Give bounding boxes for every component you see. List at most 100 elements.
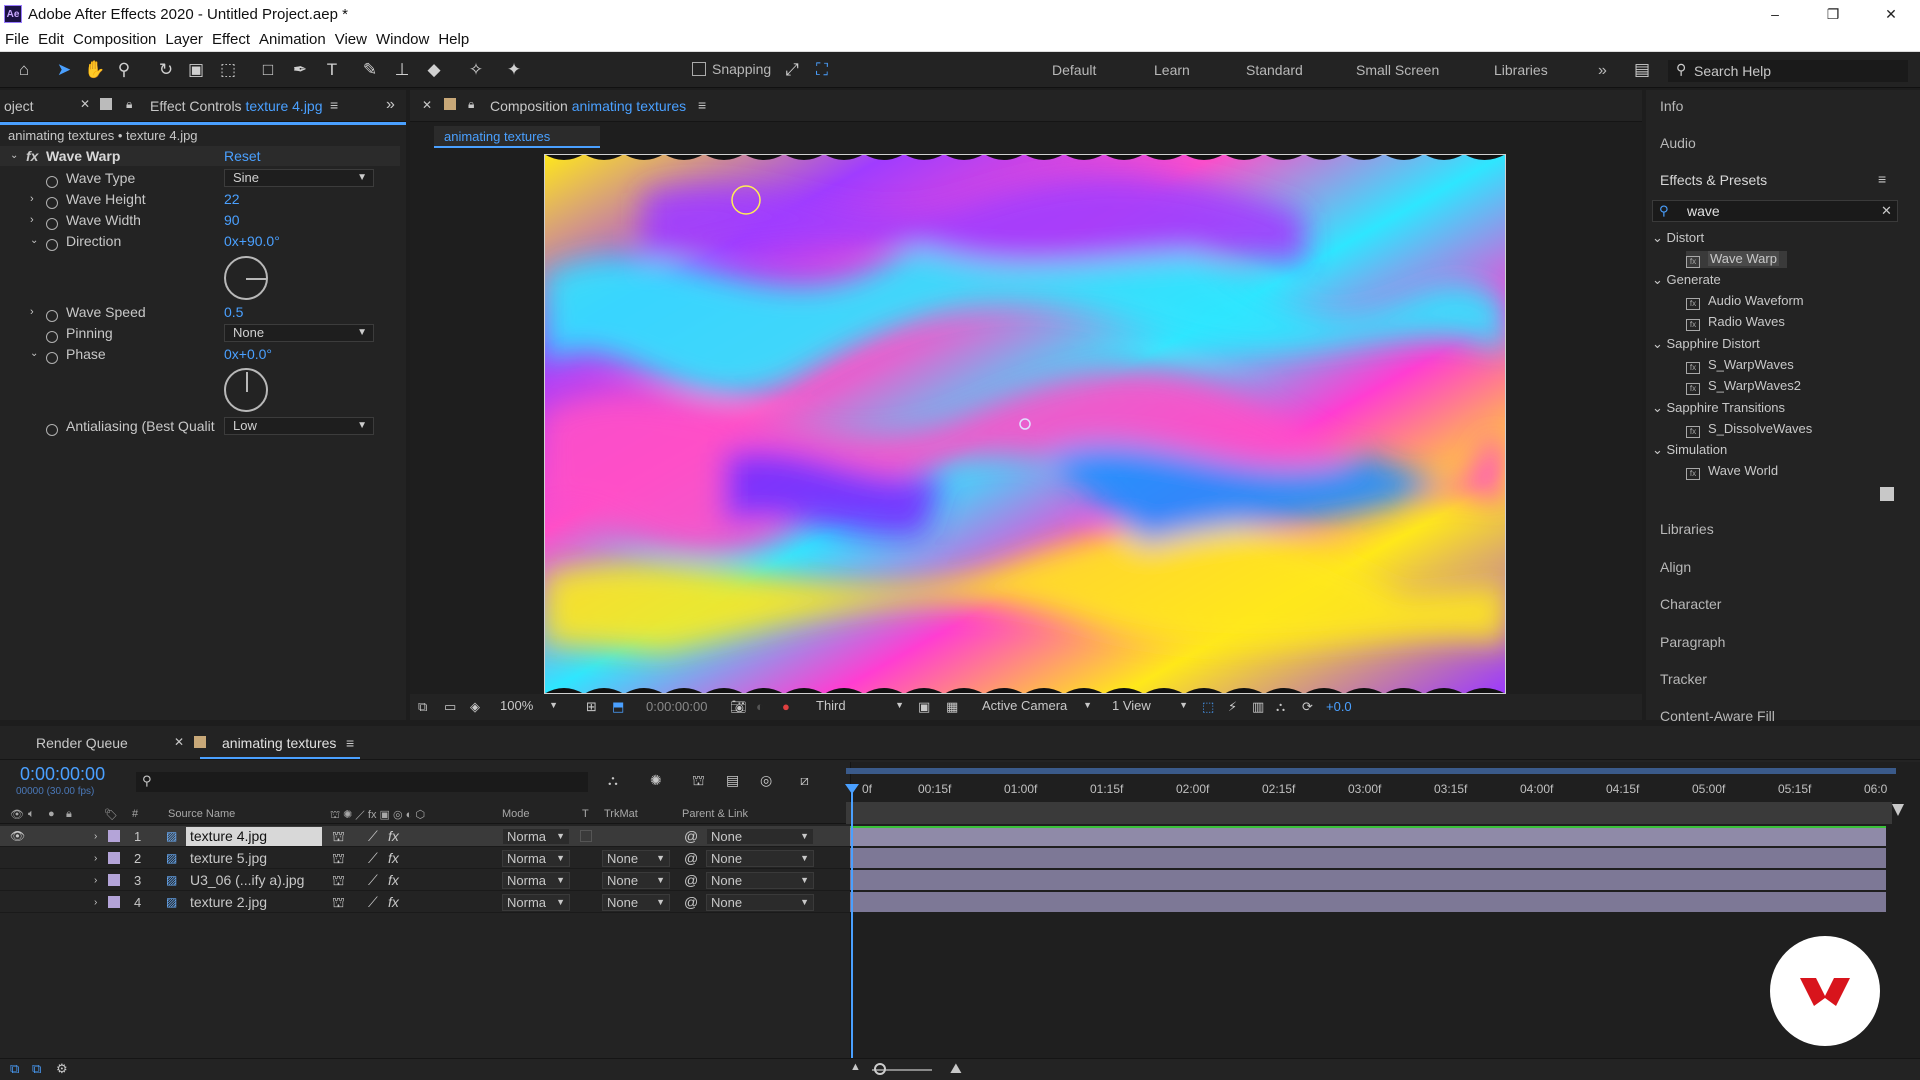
- label-swatch[interactable]: [108, 852, 120, 864]
- fast-previews-icon[interactable]: ⚡︎: [1228, 699, 1237, 715]
- workspace-overflow-icon[interactable]: »: [1598, 62, 1607, 80]
- expand-icon[interactable]: ›: [30, 189, 34, 209]
- search-help-input[interactable]: Search Help: [1668, 60, 1908, 82]
- show-snapshot-icon[interactable]: ◐: [756, 699, 764, 714]
- shy-layers-icon[interactable]: ⛫: [692, 772, 705, 791]
- zoom-in-icon[interactable]: ⛰︎: [950, 1060, 962, 1077]
- render-queue-tab[interactable]: Render Queue: [36, 735, 128, 751]
- rectangle-tool-icon[interactable]: □: [258, 60, 278, 80]
- composition-tab[interactable]: Composition animating textures: [490, 98, 686, 114]
- effect-collapse-icon[interactable]: ⌄: [10, 146, 18, 166]
- menu-composition[interactable]: Composition: [69, 31, 160, 48]
- expand-icon[interactable]: ›: [94, 848, 97, 869]
- parent-dropdown[interactable]: None ▼: [706, 894, 814, 911]
- camera-tool-icon[interactable]: ▣: [186, 60, 206, 80]
- rotate-tool-icon[interactable]: ↻: [156, 60, 176, 80]
- parent-dropdown[interactable]: None ▼: [706, 828, 814, 845]
- lock-icon[interactable]: 🔒︎: [126, 97, 132, 112]
- tracker-panel-tab[interactable]: Tracker: [1660, 671, 1707, 687]
- exposure-value[interactable]: +0.0: [1326, 699, 1352, 714]
- monitor-icon[interactable]: ▭: [444, 699, 456, 715]
- trkmat-dropdown[interactable]: None ▼: [602, 872, 670, 889]
- video-switch-icon[interactable]: 👁︎: [10, 808, 24, 821]
- direction-value[interactable]: 0x+90.0°: [224, 231, 280, 251]
- type-tool-icon[interactable]: T: [322, 60, 342, 80]
- brush-tool-icon[interactable]: ✎: [360, 60, 380, 80]
- layer-bar-4[interactable]: [850, 892, 1886, 912]
- pan-behind-tool-icon[interactable]: ⬚: [218, 60, 238, 80]
- expand-icon[interactable]: ›: [30, 210, 34, 230]
- comp-end-marker-icon[interactable]: [1892, 804, 1904, 816]
- camera-dropdown[interactable]: Active Camera ▼: [978, 698, 1096, 715]
- panel-menu-icon[interactable]: ≡: [1878, 171, 1886, 187]
- solo-switch-icon[interactable]: ●: [48, 808, 55, 820]
- menu-file[interactable]: File: [1, 31, 33, 48]
- clear-search-icon[interactable]: ✕: [1881, 203, 1892, 219]
- wave-width-value[interactable]: 90: [224, 210, 240, 230]
- effects-search-input[interactable]: ⚲ wave ✕: [1652, 200, 1898, 222]
- expand-icon[interactable]: ›: [30, 302, 34, 322]
- timeline-timecode[interactable]: 0:00:00:00: [20, 764, 105, 785]
- table-row[interactable]: › 3 ▨ U3_06 (...ify a).jpg ⛫ ⟋ fx Norma ▼…: [0, 870, 850, 891]
- zoom-out-icon[interactable]: ▲: [850, 1061, 861, 1073]
- paragraph-panel-tab[interactable]: Paragraph: [1660, 634, 1725, 650]
- panel-menu-icon[interactable]: ≡: [330, 97, 338, 113]
- timeline-zoom-thumb[interactable]: [874, 1063, 886, 1075]
- viewer-timecode[interactable]: 0:00:00:00: [646, 699, 707, 714]
- layer-name[interactable]: U3_06 (...ify a).jpg: [190, 870, 304, 891]
- group-simulation[interactable]: ⌄ Simulation: [1652, 442, 1727, 458]
- panel-overflow-icon[interactable]: »: [386, 96, 395, 114]
- quality-switch-icon[interactable]: ⟋: [368, 848, 378, 869]
- home-icon[interactable]: ⌂: [14, 60, 34, 80]
- stopwatch-icon[interactable]: [46, 420, 58, 440]
- frame-blending-icon[interactable]: ▤: [726, 772, 739, 789]
- effects-switch-icon[interactable]: fx: [388, 892, 399, 913]
- wave-type-dropdown[interactable]: Sine ▼: [224, 169, 374, 187]
- shy-switch-icon[interactable]: ⛫: [332, 848, 345, 869]
- clone-stamp-tool-icon[interactable]: ⊥: [392, 60, 412, 80]
- snapping-checkbox[interactable]: [692, 62, 706, 76]
- layer-bar-2[interactable]: [850, 848, 1886, 868]
- layer-switches-toggle-icon[interactable]: ⧉: [10, 1061, 19, 1077]
- preserve-transparency-checkbox[interactable]: [580, 830, 592, 842]
- panel-menu-icon[interactable]: ≡: [346, 735, 354, 751]
- minimize-button[interactable]: –: [1746, 0, 1804, 28]
- fx-icon[interactable]: fx: [26, 146, 38, 166]
- effect-item-wave-warp[interactable]: fx Wave Warp: [1686, 251, 1787, 268]
- table-row[interactable]: › 4 ▨ texture 2.jpg ⛫ ⟋ fx Norma ▼ None ▼ …: [0, 892, 850, 913]
- layer-name[interactable]: texture 5.jpg: [190, 848, 267, 869]
- flowchart-icon[interactable]: ⛬: [1276, 699, 1285, 715]
- wave-height-value[interactable]: 22: [224, 189, 240, 209]
- effects-switch-icon[interactable]: fx: [388, 848, 399, 869]
- hand-tool-icon[interactable]: ✋: [84, 60, 105, 80]
- quality-switch-icon[interactable]: ⟋: [368, 892, 378, 913]
- expand-icon[interactable]: ›: [94, 826, 97, 847]
- project-tab[interactable]: oject: [4, 98, 34, 114]
- playhead-handle-icon[interactable]: [845, 784, 859, 794]
- resolution-dropdown[interactable]: Third ▼: [812, 698, 908, 715]
- lock-switch-icon[interactable]: 🔒︎: [66, 808, 72, 821]
- graph-editor-icon[interactable]: ⧄: [800, 772, 809, 789]
- checkerboard-icon[interactable]: ▦: [946, 699, 958, 715]
- trkmat-dropdown[interactable]: None ▼: [602, 894, 670, 911]
- timeline-icon[interactable]: ▥: [1252, 699, 1264, 715]
- label-swatch[interactable]: [108, 896, 120, 908]
- zoom-dropdown[interactable]: 100% ▼: [496, 698, 562, 715]
- menu-layer[interactable]: Layer: [161, 31, 207, 48]
- mode-dropdown[interactable]: Norma ▼: [502, 828, 570, 845]
- views-dropdown[interactable]: 1 View ▼: [1108, 698, 1192, 715]
- phase-value[interactable]: 0x+0.0°: [224, 344, 272, 364]
- pick-whip-icon[interactable]: @: [684, 892, 698, 913]
- close-tab-icon[interactable]: ✕: [80, 97, 90, 111]
- effects-switch-icon[interactable]: fx: [388, 826, 399, 847]
- transfer-controls-toggle-icon[interactable]: ⧉: [32, 1061, 41, 1077]
- selection-tool-icon[interactable]: ➤: [54, 60, 74, 80]
- workspace-libraries[interactable]: Libraries: [1494, 62, 1548, 78]
- info-panel-tab[interactable]: Info: [1660, 98, 1683, 114]
- pick-whip-icon[interactable]: @: [684, 870, 698, 891]
- lock-icon[interactable]: 🔒︎: [468, 97, 474, 112]
- mode-dropdown[interactable]: Norma ▼: [502, 850, 570, 867]
- roto-brush-tool-icon[interactable]: ✧: [466, 60, 486, 80]
- group-sapphire-transitions[interactable]: ⌄ Sapphire Transitions: [1652, 400, 1785, 416]
- mode-dropdown[interactable]: Norma ▼: [502, 872, 570, 889]
